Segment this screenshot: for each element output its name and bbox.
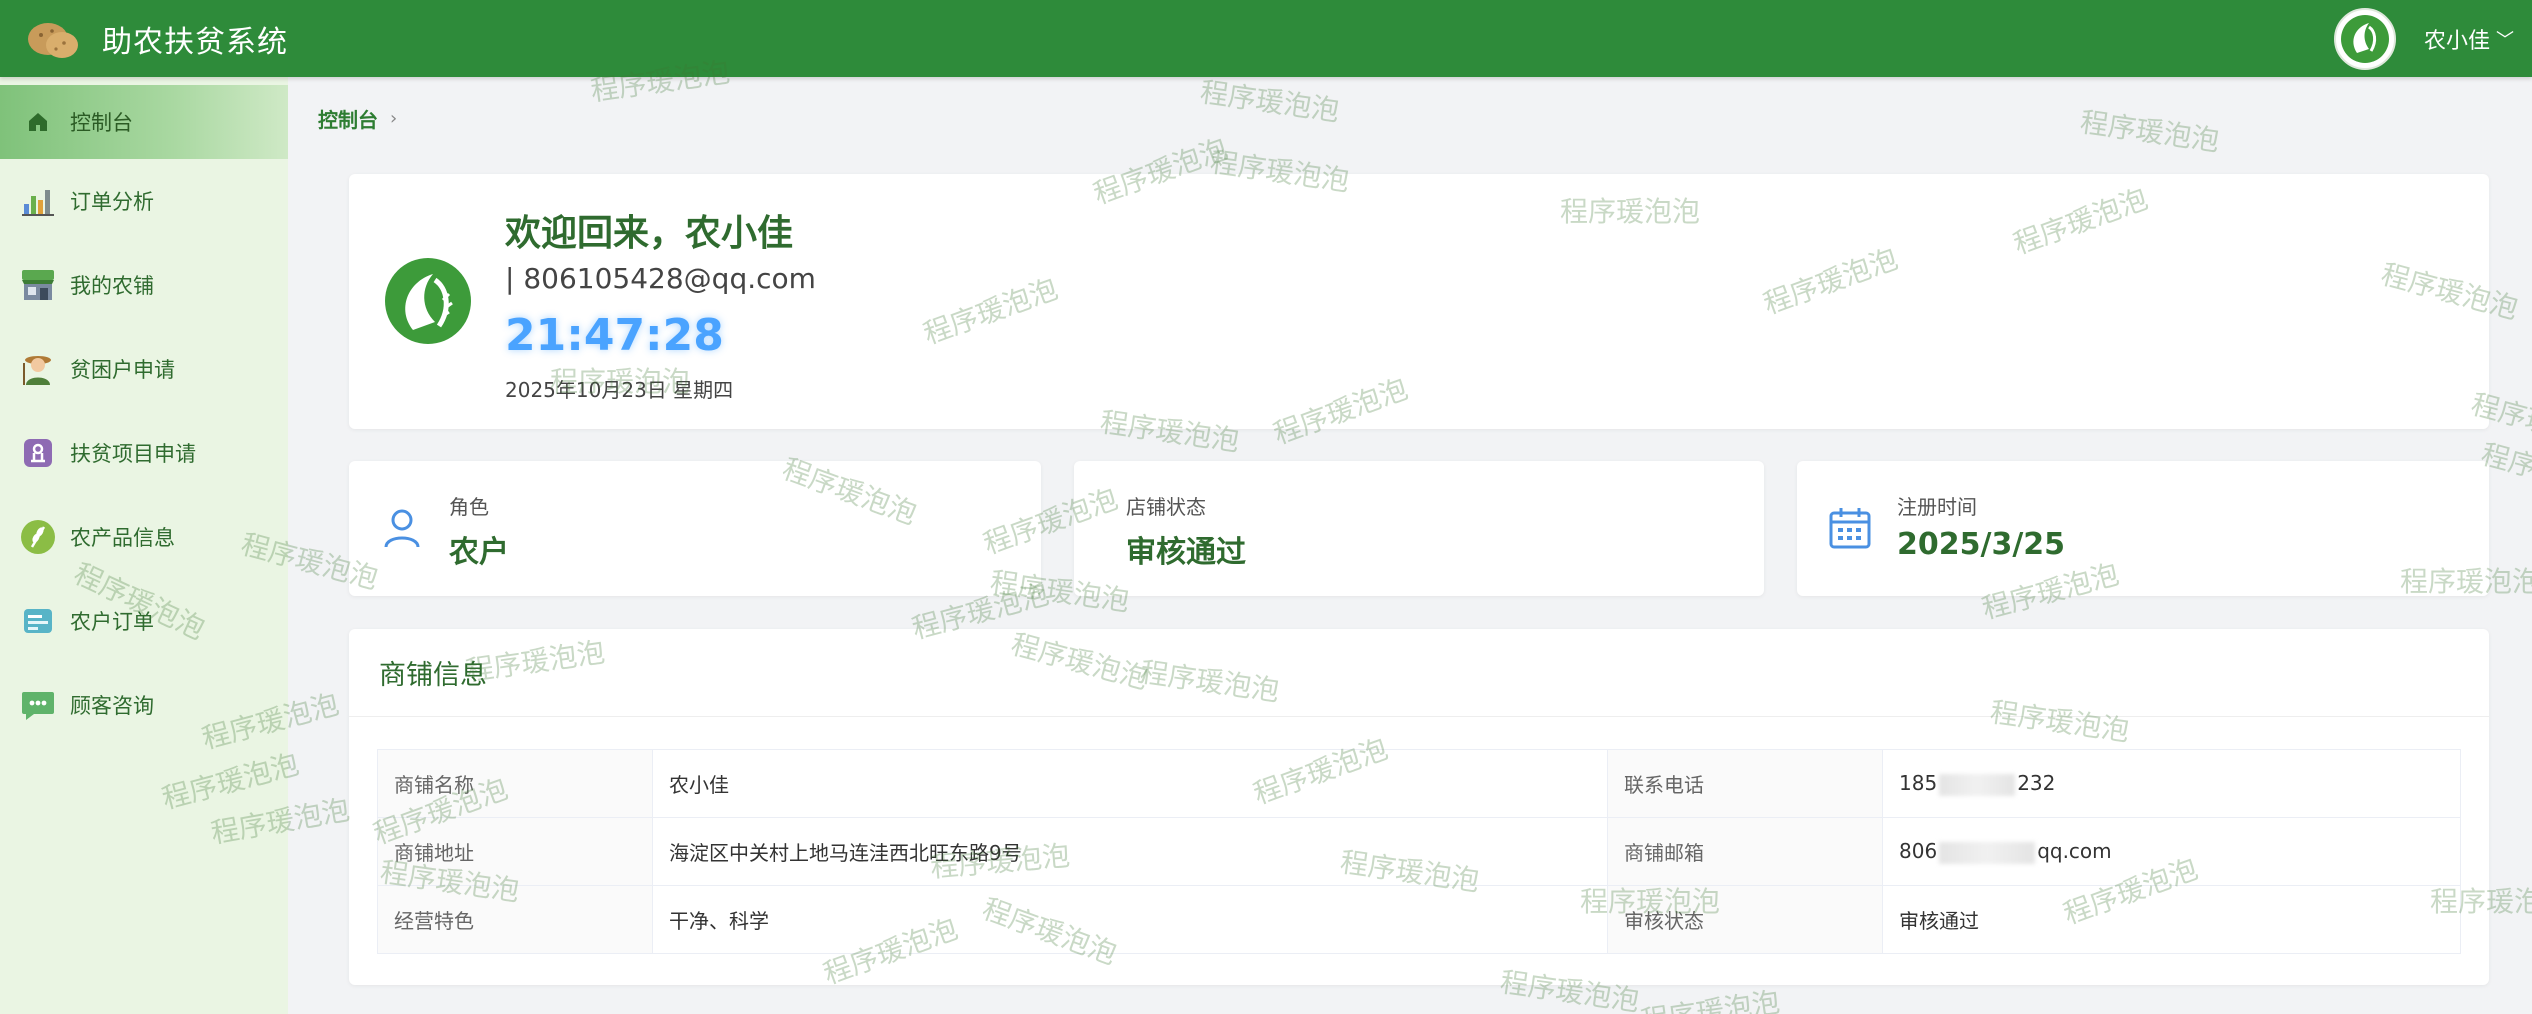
sidebar-item-my-shop[interactable]: 我的农铺 bbox=[0, 243, 288, 327]
stat-card-shop-status: 店铺状态 审核通过 bbox=[1074, 461, 1764, 596]
sidebar-item-product-info[interactable]: 农产品信息 bbox=[0, 495, 288, 579]
field-label: 经营特色 bbox=[377, 885, 653, 954]
table-row: 商铺名称 农小佳 联系电话 185 232 bbox=[377, 749, 2461, 818]
green-leaf-avatar-icon bbox=[2340, 14, 2389, 63]
breadcrumb-current[interactable]: 控制台 bbox=[318, 104, 378, 133]
table-row: 商铺地址 海淀区中关村上地马连洼西北旺东路9号 商铺邮箱 806 qq.com bbox=[377, 817, 2461, 886]
field-value: 干净、科学 bbox=[652, 885, 1608, 954]
brand[interactable]: 助农扶贫系统 bbox=[0, 15, 288, 63]
sidebar-item-customer-consult[interactable]: 顾客咨询 bbox=[0, 663, 288, 747]
app-title: 助农扶贫系统 bbox=[102, 24, 288, 60]
wheat-icon bbox=[20, 519, 56, 555]
sidebar-item-label: 贫困户申请 bbox=[70, 358, 175, 382]
sidebar-item-order-analysis[interactable]: 订单分析 bbox=[0, 159, 288, 243]
shop-info-table: 商铺名称 农小佳 联系电话 185 232 商铺地址 海淀区中关村上地马连洼西北旺… bbox=[377, 749, 2461, 954]
email-suffix: qq.com bbox=[2037, 839, 2112, 864]
stat-label: 角色 bbox=[449, 495, 489, 519]
field-value: 审核通过 bbox=[1882, 885, 2461, 954]
sidebar-item-label: 扶贫项目申请 bbox=[70, 442, 196, 466]
phone-prefix: 185 bbox=[1899, 771, 1938, 796]
avatar[interactable] bbox=[2333, 7, 2396, 70]
email-prefix: 806 bbox=[1899, 839, 1938, 864]
welcome-title: 欢迎回来，农小佳 bbox=[505, 213, 794, 254]
field-label: 商铺邮箱 bbox=[1607, 817, 1883, 886]
chevron-right-icon: › bbox=[390, 108, 398, 129]
sidebar-item-label: 农产品信息 bbox=[70, 526, 175, 550]
stat-label: 注册时间 bbox=[1897, 495, 1977, 519]
table-row: 经营特色 干净、科学 审核状态 审核通过 bbox=[377, 885, 2461, 954]
stat-label: 店铺状态 bbox=[1126, 495, 1206, 519]
project-icon bbox=[20, 435, 56, 471]
breadcrumb: 控制台 › bbox=[318, 104, 397, 133]
shop-info-card: 商铺信息 商铺名称 农小佳 联系电话 185 232 商铺地址 海淀区中关村上地马… bbox=[349, 629, 2489, 985]
potato-logo-icon bbox=[28, 22, 78, 58]
field-value: 海淀区中关村上地马连洼西北旺东路9号 bbox=[652, 817, 1608, 886]
order-icon bbox=[20, 603, 56, 639]
field-value: 农小佳 bbox=[652, 749, 1608, 818]
field-label: 商铺地址 bbox=[377, 817, 653, 886]
watermark-text: 程序瑗泡泡 bbox=[2078, 105, 2222, 158]
user-menu[interactable]: 农小佳 ﹀ bbox=[2333, 0, 2514, 77]
watermark-text: 程序瑗泡泡 bbox=[1638, 985, 1782, 1014]
stat-value: 农户 bbox=[449, 535, 509, 570]
redacted-block bbox=[1939, 841, 2036, 864]
stat-value: 2025/3/25 bbox=[1897, 527, 2066, 562]
watermark-text: 程序瑗泡泡 bbox=[1198, 75, 1342, 128]
user-icon bbox=[384, 509, 420, 548]
chat-icon bbox=[20, 687, 56, 723]
email-value: 806 qq.com bbox=[1882, 817, 2461, 886]
sidebar-item-label: 控制台 bbox=[70, 111, 133, 135]
sidebar-item-farmer-orders[interactable]: 农户订单 bbox=[0, 579, 288, 663]
sidebar: 控制台 订单分析 我的农铺 贫困户申请 扶贫项目申请 农产品信息 农户订单 顾客… bbox=[0, 77, 288, 1014]
stat-card-register-time: 注册时间 2025/3/25 bbox=[1797, 461, 2489, 596]
chevron-down-icon[interactable]: ﹀ bbox=[2496, 26, 2514, 52]
current-date: 2025年10月23日 星期四 bbox=[505, 378, 734, 402]
green-leaf-logo-icon bbox=[385, 258, 471, 344]
sidebar-item-dashboard[interactable]: 控制台 bbox=[0, 85, 288, 159]
welcome-card: 欢迎回来，农小佳 | 806105428@qq.com 21:47:28 202… bbox=[349, 174, 2489, 429]
top-header: 助农扶贫系统 农小佳 ﹀ bbox=[0, 0, 2532, 77]
redacted-block bbox=[1939, 773, 2016, 796]
sidebar-item-label: 我的农铺 bbox=[70, 274, 154, 298]
sidebar-item-poverty-application[interactable]: 贫困户申请 bbox=[0, 327, 288, 411]
sidebar-item-label: 农户订单 bbox=[70, 610, 154, 634]
field-label: 联系电话 bbox=[1607, 749, 1883, 818]
home-icon bbox=[20, 104, 56, 140]
user-email: | 806105428@qq.com bbox=[505, 262, 816, 295]
bar-chart-icon bbox=[20, 183, 56, 219]
farmer-icon bbox=[20, 351, 56, 387]
field-label: 商铺名称 bbox=[377, 749, 653, 818]
stat-card-role: 角色 农户 bbox=[349, 461, 1041, 596]
sidebar-item-label: 顾客咨询 bbox=[70, 694, 154, 718]
sidebar-item-label: 订单分析 bbox=[70, 190, 154, 214]
calendar-icon bbox=[1829, 508, 1871, 549]
field-label: 审核状态 bbox=[1607, 885, 1883, 954]
phone-suffix: 232 bbox=[2017, 771, 2056, 796]
phone-value: 185 232 bbox=[1882, 749, 2461, 818]
user-name[interactable]: 农小佳 bbox=[2424, 23, 2490, 55]
shop-icon bbox=[20, 267, 56, 303]
shop-info-title: 商铺信息 bbox=[349, 629, 2489, 717]
live-clock: 21:47:28 bbox=[505, 310, 724, 361]
stat-value: 审核通过 bbox=[1126, 535, 1246, 570]
sidebar-item-project-application[interactable]: 扶贫项目申请 bbox=[0, 411, 288, 495]
